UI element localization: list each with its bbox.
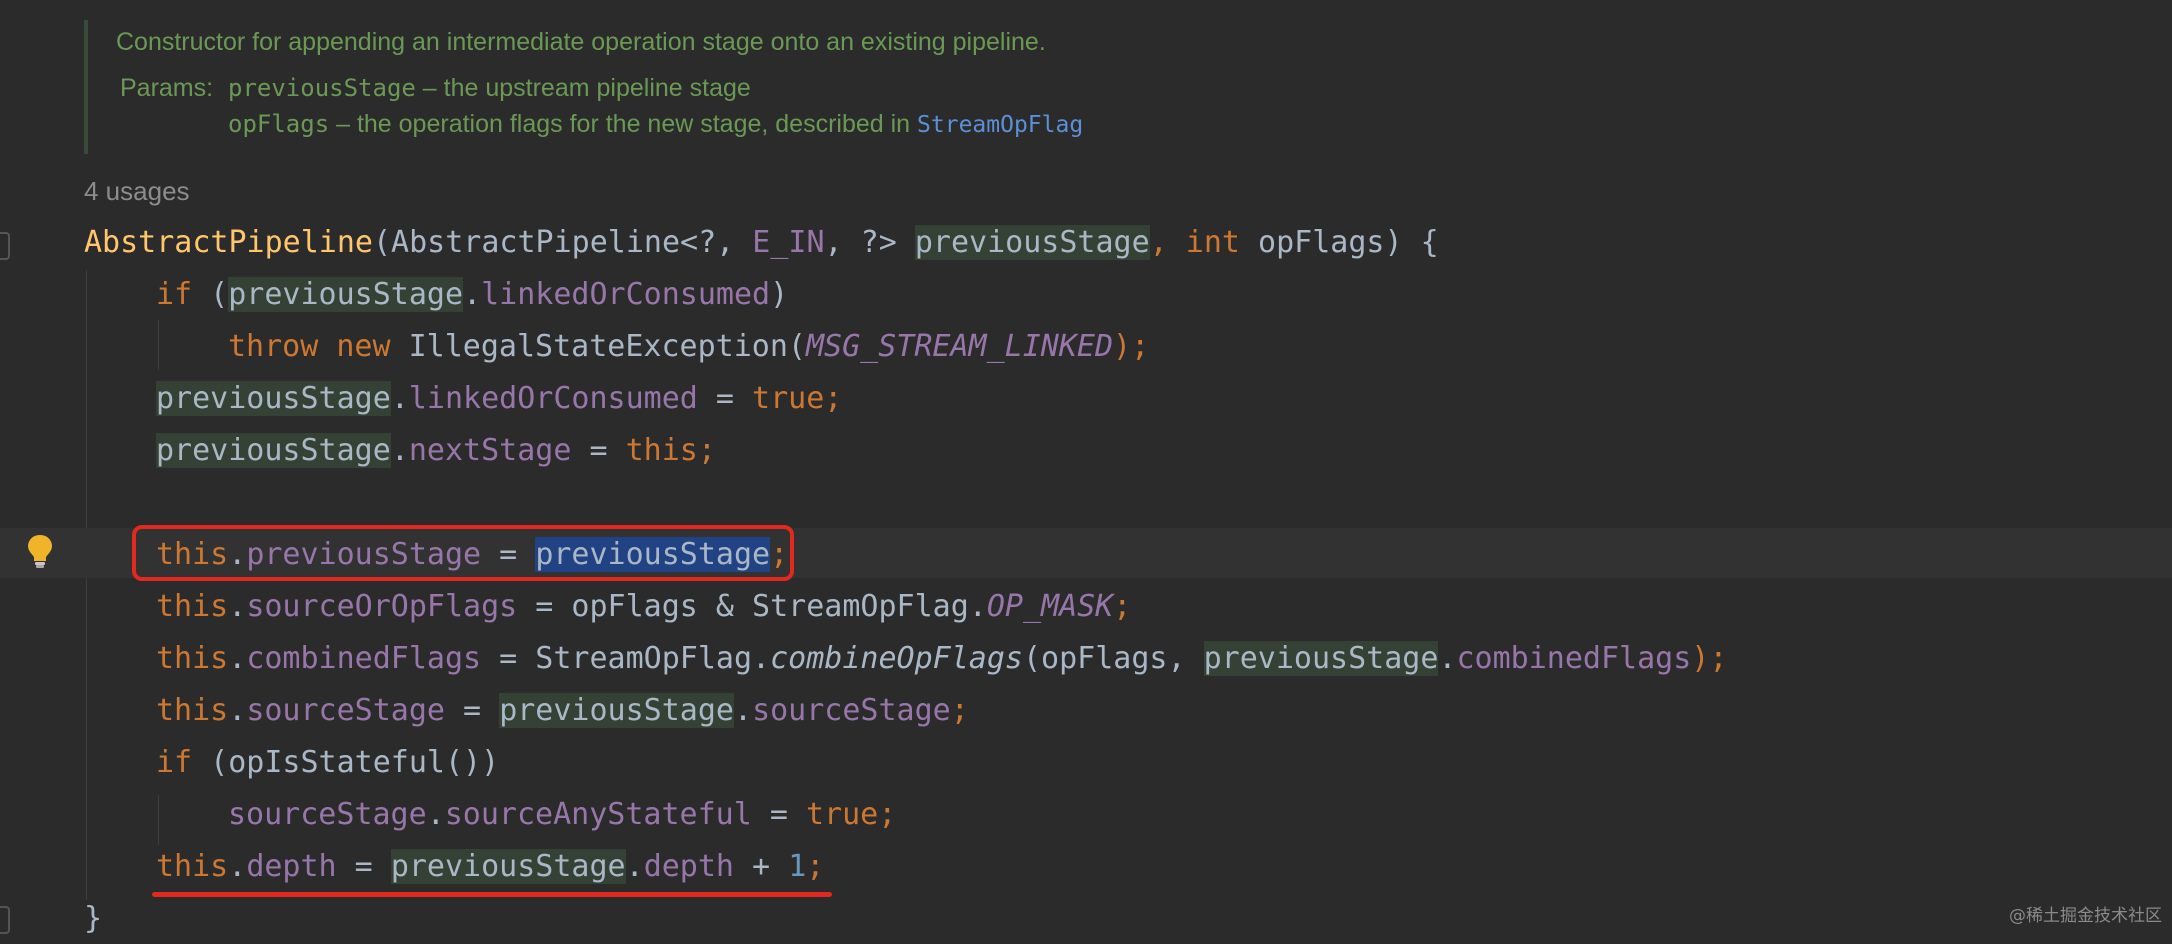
indent-guide	[86, 270, 87, 900]
code-line-throw[interactable]: throw new IllegalStateException(MSG_STRE…	[228, 322, 1149, 372]
javadoc-block: Constructor for appending an intermediat…	[84, 20, 1288, 154]
gutter-fold-marker[interactable]	[0, 232, 10, 260]
doc-param-previousStage: previousStage – the upstream pipeline st…	[228, 74, 751, 102]
doc-summary: Constructor for appending an intermediat…	[116, 28, 1046, 56]
code-line-set-linked[interactable]: previousStage.linkedOrConsumed = true;	[156, 374, 842, 424]
watermark: @稀土掘金技术社区	[2009, 906, 2162, 926]
doc-param-opFlags: opFlags – the operation flags for the ne…	[228, 110, 1084, 138]
code-line-if-linked[interactable]: if (previousStage.linkedOrConsumed)	[156, 270, 788, 320]
code-line-source-op-flags[interactable]: this.sourceOrOpFlags = opFlags & StreamO…	[156, 582, 1131, 632]
annotation-red-underline	[152, 892, 832, 897]
indent-guide	[158, 320, 159, 370]
usages-hint[interactable]: 4 usages	[84, 176, 190, 207]
indent-guide	[158, 795, 159, 845]
code-line-if-stateful[interactable]: if (opIsStateful())	[156, 738, 499, 788]
code-line-depth[interactable]: this.depth = previousStage.depth + 1;	[156, 842, 824, 892]
code-editor[interactable]: Constructor for appending an intermediat…	[0, 0, 2172, 936]
code-line-any-stateful[interactable]: sourceStage.sourceAnyStateful = true;	[228, 790, 896, 840]
lightbulb-icon[interactable]	[26, 533, 54, 569]
code-line-source-stage[interactable]: this.sourceStage = previousStage.sourceS…	[156, 686, 969, 736]
code-line-combined-flags[interactable]: this.combinedFlags = StreamOpFlag.combin…	[156, 634, 1727, 684]
code-line-closing-brace[interactable]: }	[84, 894, 102, 944]
gutter-fold-marker[interactable]	[0, 906, 10, 934]
doc-params-label: Params:	[120, 74, 214, 102]
annotation-red-box	[132, 525, 794, 581]
code-line-constructor[interactable]: AbstractPipeline(AbstractPipeline<?, E_I…	[84, 218, 1439, 268]
code-line-set-next[interactable]: previousStage.nextStage = this;	[156, 426, 716, 476]
doc-link-streamopflag[interactable]: StreamOpFlag	[917, 112, 1083, 138]
